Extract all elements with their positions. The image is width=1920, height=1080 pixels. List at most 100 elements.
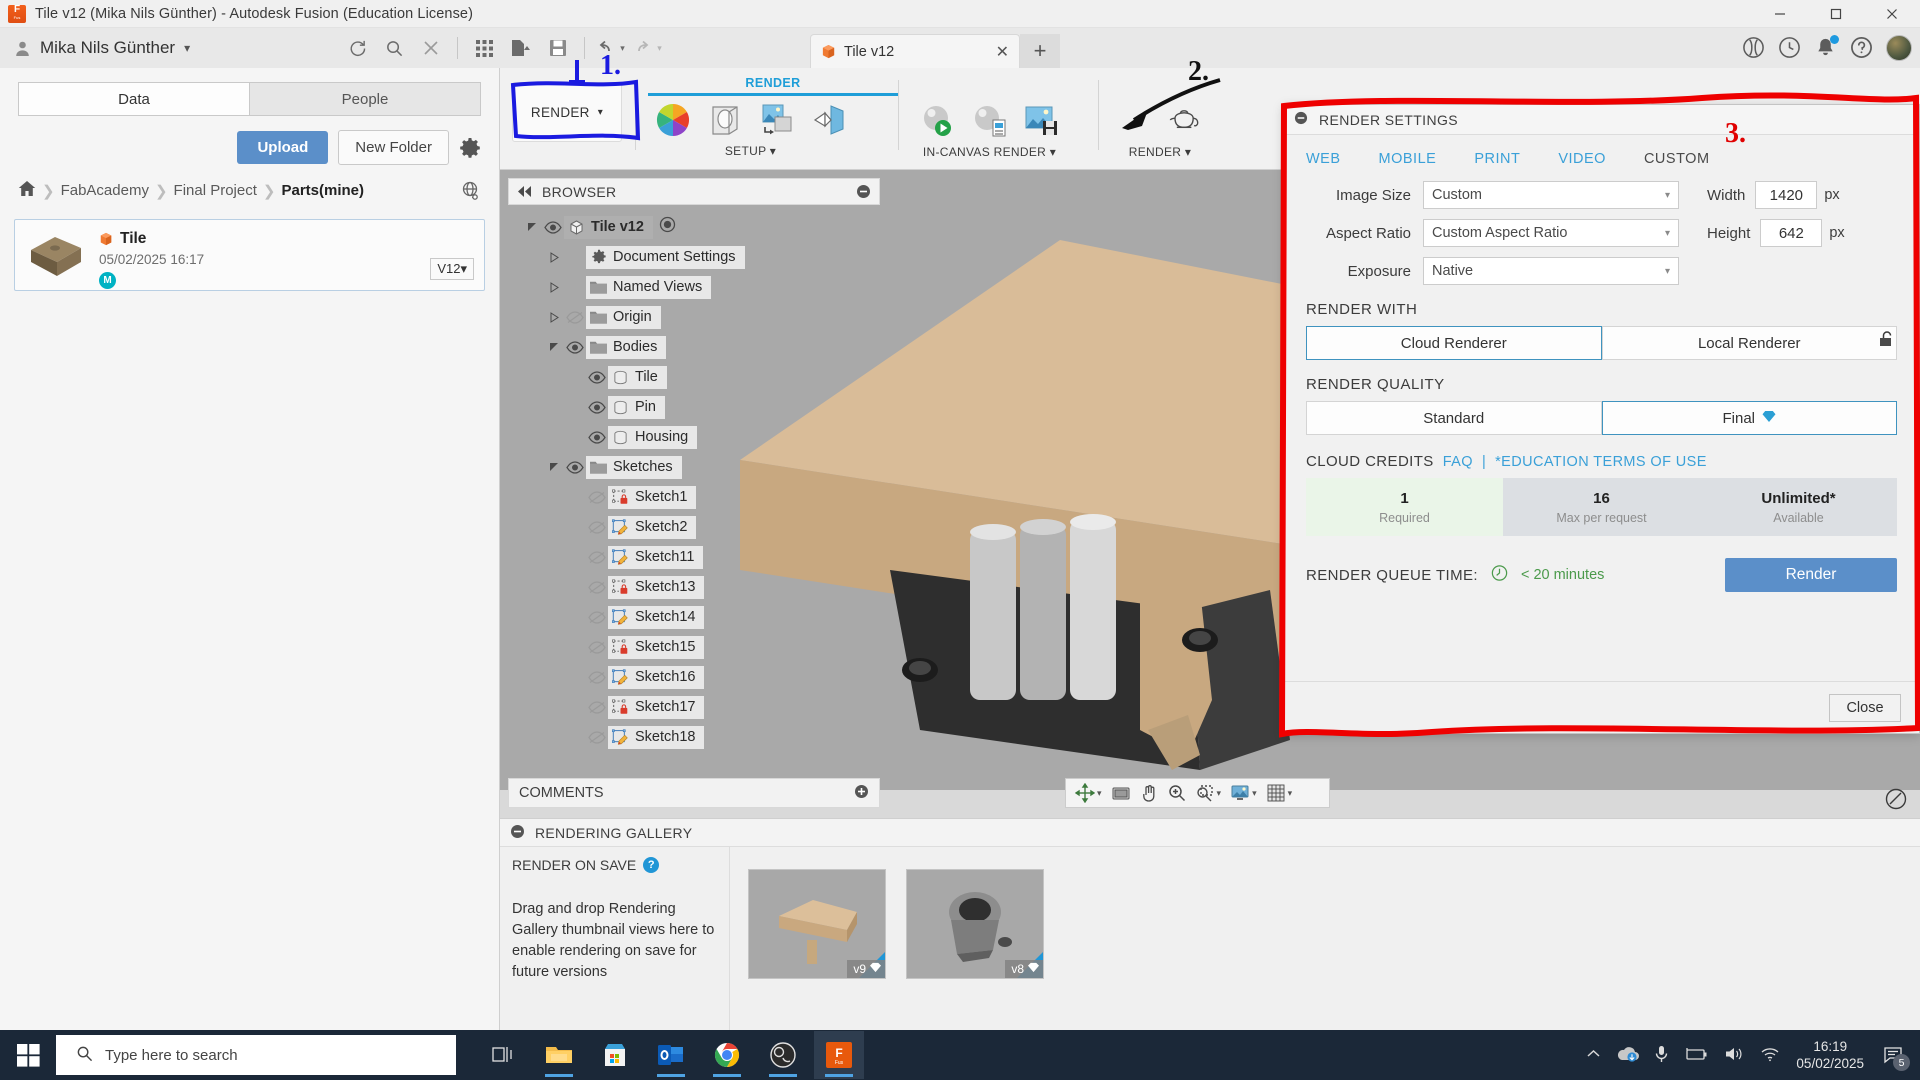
browser-tree-item-label[interactable]: Sketch14 <box>608 605 705 629</box>
browser-tree-item[interactable]: Origin <box>508 302 880 332</box>
browser-tree-item[interactable]: Housing <box>508 422 880 452</box>
exposure-select[interactable]: Native ▾ <box>1423 257 1679 285</box>
tab-video[interactable]: VIDEO <box>1558 151 1606 167</box>
appearance-button[interactable] <box>648 100 698 140</box>
breadcrumb-item-parts[interactable]: Parts(mine) <box>281 182 364 199</box>
chevron-down-icon[interactable]: ▾ <box>1097 788 1102 799</box>
save-icon[interactable] <box>541 33 575 63</box>
tab-print[interactable]: PRINT <box>1474 151 1520 167</box>
obs-icon[interactable] <box>758 1031 808 1079</box>
local-renderer-option[interactable]: Local Renderer <box>1601 326 1897 360</box>
browser-tree-item-label[interactable]: Named Views <box>586 275 712 299</box>
browser-tree-item[interactable]: Bodies <box>508 332 880 362</box>
eye-hidden-icon[interactable] <box>586 548 608 566</box>
browser-tree-item-label[interactable]: Tile <box>608 365 667 389</box>
browser-tree-item-label[interactable]: Sketch11 <box>608 545 704 569</box>
home-icon[interactable] <box>18 180 36 201</box>
browser-tree-item[interactable]: Sketch11 <box>508 542 880 572</box>
browser-tree-item[interactable]: Document Settings <box>508 242 880 272</box>
eye-visible-icon[interactable] <box>564 338 586 356</box>
microsoft-store-icon[interactable] <box>590 1031 640 1079</box>
workspace-switcher[interactable]: RENDER ▾ <box>512 82 622 142</box>
outlook-icon[interactable] <box>646 1031 696 1079</box>
browser-tree-item-label[interactable]: Sketch13 <box>608 575 705 599</box>
browser-tree-item-label[interactable]: Housing <box>608 425 698 449</box>
final-quality-option[interactable]: Final <box>1601 401 1897 435</box>
minimize-icon[interactable] <box>856 184 871 199</box>
document-tab-close-icon[interactable]: ✕ <box>974 42 1009 62</box>
upload-button[interactable]: Upload <box>237 131 329 164</box>
microphone-icon[interactable] <box>1655 1045 1668 1066</box>
chrome-icon[interactable] <box>702 1031 752 1079</box>
wifi-icon[interactable] <box>1760 1046 1780 1065</box>
image-size-select[interactable]: Custom ▾ <box>1423 181 1679 209</box>
onedrive-icon[interactable] <box>1617 1046 1640 1065</box>
scene-settings-button[interactable] <box>700 100 750 140</box>
activate-component-radio[interactable] <box>659 216 676 238</box>
tree-expander-icon[interactable] <box>544 281 564 293</box>
chevron-down-icon-2[interactable]: ▾ <box>1217 788 1222 799</box>
width-input[interactable]: 1420 <box>1755 181 1818 209</box>
orbit-icon[interactable] <box>1072 781 1098 805</box>
standard-quality-option[interactable]: Standard <box>1306 401 1602 435</box>
task-view-icon[interactable] <box>478 1031 528 1079</box>
gear-icon[interactable] <box>459 137 481 159</box>
tree-expander-icon[interactable] <box>544 311 564 323</box>
chevron-down-icon-4[interactable]: ▾ <box>1288 788 1293 799</box>
browser-tree-item[interactable]: Tile <box>508 362 880 392</box>
show-hidden-icons-icon[interactable] <box>1586 1048 1601 1063</box>
eye-hidden-icon[interactable] <box>586 488 608 506</box>
browser-tree-item[interactable]: Sketch14 <box>508 602 880 632</box>
browser-tree-item-label[interactable]: Sketch1 <box>608 485 697 509</box>
eye-visible-icon[interactable] <box>564 458 586 476</box>
volume-icon[interactable] <box>1724 1046 1744 1065</box>
close-button[interactable]: Close <box>1829 693 1901 722</box>
tree-expander-icon[interactable] <box>544 462 564 473</box>
tab-people[interactable]: People <box>250 82 481 116</box>
texture-map-controls-button[interactable] <box>752 100 802 140</box>
capture-image-button[interactable] <box>1016 101 1066 141</box>
browser-tree-item-label[interactable]: Sketch15 <box>608 635 705 659</box>
tree-expander-icon[interactable] <box>544 251 564 263</box>
new-file-icon[interactable] <box>504 33 538 63</box>
action-center-icon[interactable]: 5 <box>1880 1042 1910 1071</box>
fusion-icon[interactable]: F Fus <box>814 1031 864 1079</box>
file-version-dropdown[interactable]: V12▾ <box>430 258 474 280</box>
document-tab[interactable]: Tile v12 ✕ <box>810 34 1020 68</box>
close-window-button[interactable] <box>1864 0 1920 28</box>
close-document-icon[interactable] <box>414 33 448 63</box>
help-icon[interactable] <box>1850 36 1874 60</box>
collapse-left-icon[interactable] <box>517 184 532 200</box>
browser-tree-item-label[interactable]: Document Settings <box>586 245 745 269</box>
eye-visible-icon[interactable] <box>586 368 608 386</box>
browser-tree-item[interactable]: Sketch1 <box>508 482 880 512</box>
zoom-icon[interactable] <box>1164 781 1190 805</box>
eye-hidden-icon[interactable] <box>586 578 608 596</box>
in-canvas-render-settings-button[interactable] <box>964 101 1014 141</box>
new-tab-button[interactable]: + <box>1020 34 1060 68</box>
eye-visible-icon[interactable] <box>586 428 608 446</box>
globe-icon[interactable] <box>461 181 481 201</box>
in-canvas-render-button[interactable] <box>912 101 962 141</box>
tab-web[interactable]: WEB <box>1306 151 1341 167</box>
minimize-icon[interactable] <box>510 824 525 842</box>
refresh-icon[interactable] <box>340 33 374 63</box>
browser-tree-item[interactable]: Named Views <box>508 272 880 302</box>
gallery-thumbnail[interactable]: v8 <box>906 869 1044 979</box>
eye-visible-icon[interactable] <box>542 218 564 236</box>
browser-tree-item-label[interactable]: Bodies <box>586 335 667 359</box>
help-icon[interactable]: ? <box>643 857 660 873</box>
browser-tree-item-label[interactable]: Pin <box>608 395 665 419</box>
windows-start-icon[interactable] <box>0 1030 56 1080</box>
browser-tree-item[interactable]: Sketch15 <box>508 632 880 662</box>
chevron-down-icon[interactable]: ▾ <box>1185 145 1191 159</box>
render-submit-button[interactable]: Render <box>1725 558 1897 592</box>
browser-tree-item-label[interactable]: Tile v12 <box>564 215 653 239</box>
eye-hidden-icon[interactable] <box>586 698 608 716</box>
chevron-down-icon[interactable]: ▾ <box>1050 145 1056 159</box>
browser-tree-item[interactable]: Sketch2 <box>508 512 880 542</box>
new-folder-button[interactable]: New Folder <box>338 130 449 165</box>
cloud-renderer-option[interactable]: Cloud Renderer <box>1306 326 1602 360</box>
viewport-extra-icon[interactable] <box>1885 788 1907 810</box>
look-at-icon[interactable] <box>1108 781 1134 805</box>
